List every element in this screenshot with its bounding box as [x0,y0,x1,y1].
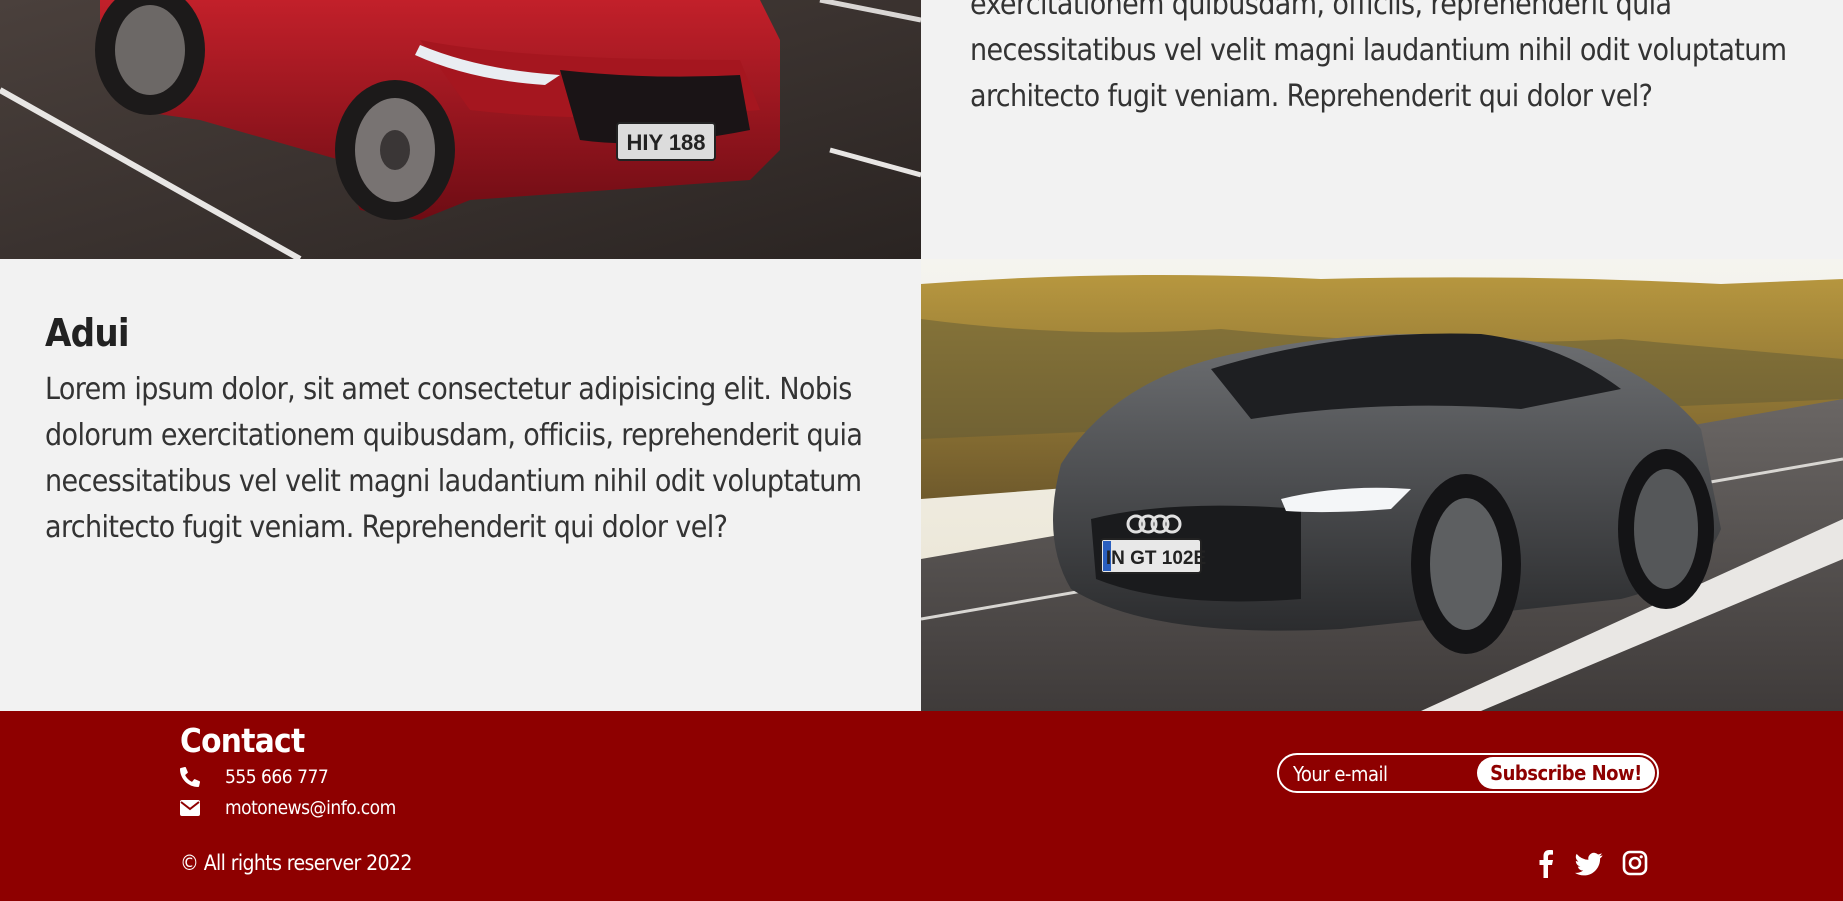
top-article-section: HIY 188 exercitationem quibusdam, offici… [0,0,1843,259]
instagram-icon[interactable] [1622,850,1650,878]
site-footer: Contact 555 666 777 motonews@info.com © … [0,711,1843,901]
facebook-icon[interactable] [1532,850,1560,878]
contact-title: Contact [180,721,305,760]
envelope-icon [180,798,202,818]
subscribe-button[interactable]: Subscribe Now! [1477,757,1655,789]
svg-text:IN GT 102E: IN GT 102E [1106,548,1206,569]
contact-phone: 555 666 777 [180,766,329,788]
red-car-photo: HIY 188 [0,0,921,259]
phone-number: 555 666 777 [225,766,329,788]
grey-car-photo: IN GT 102E [921,259,1843,711]
adui-title: Adui [45,311,130,355]
adui-article-text: Adui Lorem ipsum dolor, sit amet consect… [45,311,880,551]
twitter-icon[interactable] [1575,850,1603,878]
svg-text:HIY 188: HIY 188 [626,130,705,155]
top-article-text: exercitationem quibusdam, officiis, repr… [970,0,1800,120]
copyright-text: © All rights reserver 2022 [180,851,412,875]
adui-paragraph: Lorem ipsum dolor, sit amet consectetur … [45,372,863,545]
newsletter-email-input[interactable] [1291,755,1475,793]
newsletter-form: Subscribe Now! [1277,753,1659,793]
top-article-paragraph: exercitationem quibusdam, officiis, repr… [970,0,1787,114]
adui-article-section: Adui Lorem ipsum dolor, sit amet consect… [0,259,1843,711]
email-address[interactable]: motonews@info.com [225,797,396,819]
contact-email: motonews@info.com [180,797,396,819]
phone-icon [180,767,202,787]
